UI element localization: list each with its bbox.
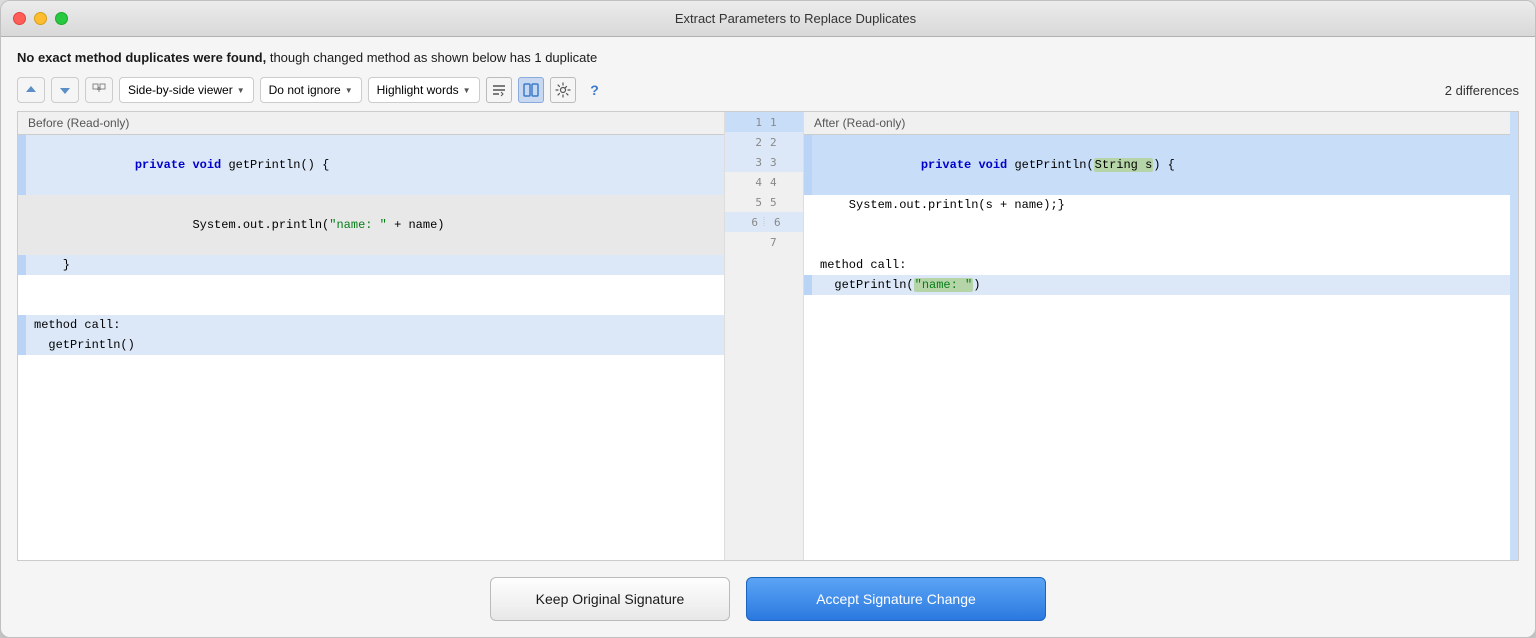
traffic-lights: [13, 12, 68, 25]
after-method-sig: getPrintln(String s) {: [1014, 158, 1174, 172]
mid-before-2: 2: [734, 136, 762, 149]
diff-pane: Before (Read-only) private void getPrint…: [17, 111, 1519, 561]
after-pane: After (Read-only) private void getPrintl…: [804, 112, 1510, 560]
mid-before-4: 4: [734, 176, 762, 189]
ignore-dropdown[interactable]: Do not ignore ▼: [260, 77, 362, 103]
viewer-dropdown[interactable]: Side-by-side viewer ▼: [119, 77, 254, 103]
minimize-button[interactable]: [34, 12, 47, 25]
mid-after-6: 6: [770, 216, 798, 229]
maximize-button[interactable]: [55, 12, 68, 25]
message-rest: though changed method as shown below has…: [270, 50, 597, 65]
after-line-8: [804, 315, 1510, 335]
before-line-1: private void getPrintln() {: [18, 135, 724, 195]
accept-change-button[interactable]: Accept Signature Change: [746, 577, 1046, 621]
mid-after-2: 2: [766, 136, 794, 149]
before-line-8: [18, 355, 724, 375]
after-line-6-gutter: [804, 275, 812, 295]
before-line-3: }: [18, 255, 724, 275]
help-button[interactable]: ?: [582, 77, 608, 103]
content-area: No exact method duplicates were found, t…: [1, 37, 1535, 561]
right-scroll-indicator: [1510, 112, 1518, 560]
viewer-label: Side-by-side viewer: [128, 83, 233, 97]
before-line-7-gutter: [18, 335, 26, 355]
before-line-4-code: [26, 275, 724, 295]
after-line-1-gutter: [804, 135, 812, 195]
viewer-chevron-icon: ▼: [237, 86, 245, 95]
highlight-dropdown[interactable]: Highlight words ▼: [368, 77, 480, 103]
footer: Keep Original Signature Accept Signature…: [1, 561, 1535, 637]
mid-after-4: 4: [766, 176, 794, 189]
before-pane-content[interactable]: private void getPrintln() { System.out.p…: [18, 135, 724, 560]
mid-after-3: 3: [766, 156, 794, 169]
before-line-3-code: }: [26, 255, 724, 275]
after-line-7: [804, 295, 1510, 315]
ignore-chevron-icon: ▼: [345, 86, 353, 95]
before-line-2-gutter: [18, 195, 26, 255]
up-button[interactable]: [17, 77, 45, 103]
after-line-2: System.out.println(s + name);}: [804, 195, 1510, 215]
before-line-1-gutter: [18, 135, 26, 195]
before-line-5: [18, 295, 724, 315]
after-line-4: [804, 235, 1510, 255]
after-line-5: method call:: [804, 255, 1510, 275]
before-line-3-gutter: [18, 255, 26, 275]
after-pane-header: After (Read-only): [804, 112, 1510, 135]
before-line-4: [18, 275, 724, 295]
mid-before-6: 6: [730, 216, 758, 229]
mid-before-3: 3: [734, 156, 762, 169]
after-line-6: getPrintln("name: "): [804, 275, 1510, 295]
before-line-5-gutter: [18, 295, 26, 315]
middle-gutter: 1 1 2 2 3 3 4 4: [724, 112, 804, 560]
ignore-label: Do not ignore: [269, 83, 341, 97]
keyword-private: private: [135, 158, 193, 172]
mid-before-5: 5: [734, 196, 762, 209]
keep-original-button[interactable]: Keep Original Signature: [490, 577, 730, 621]
mid-after-7: 7: [766, 236, 794, 249]
keyword-void: void: [192, 158, 228, 172]
before-pane-header: Before (Read-only): [18, 112, 724, 135]
before-line-6-gutter: [18, 315, 26, 335]
after-line-2-code: System.out.println(s + name);}: [812, 195, 1510, 215]
mid-after-1: 1: [766, 116, 794, 129]
highlight-chevron-icon: ▼: [463, 86, 471, 95]
window-title: Extract Parameters to Replace Duplicates: [68, 11, 1523, 26]
before-line-7-code: getPrintln(): [26, 335, 724, 355]
before-line-2: System.out.println("name: " + name): [18, 195, 724, 255]
before-line-2-code: System.out.println("name: " + name): [26, 195, 724, 255]
align-button[interactable]: [486, 77, 512, 103]
before-line-1-code: private void getPrintln() {: [26, 135, 724, 195]
diff-count: 2 differences: [1445, 83, 1519, 98]
after-pane-content[interactable]: private void getPrintln(String s) { Syst…: [804, 135, 1510, 560]
before-line-2-text: System.out.println("name: " + name): [135, 218, 445, 232]
after-line-2-gutter: [804, 195, 812, 215]
before-pane: Before (Read-only) private void getPrint…: [18, 112, 724, 560]
message-bar: No exact method duplicates were found, t…: [17, 49, 1519, 67]
before-line-5-code: [26, 295, 724, 315]
mid-before-1: 1: [734, 116, 762, 129]
down-button[interactable]: [51, 77, 79, 103]
after-keyword-void: void: [978, 158, 1014, 172]
settings-button[interactable]: [550, 77, 576, 103]
before-method-name: getPrintln() {: [228, 158, 329, 172]
after-line-1: private void getPrintln(String s) {: [804, 135, 1510, 195]
after-line-3: [804, 215, 1510, 235]
apply-button[interactable]: [85, 77, 113, 103]
before-line-6-code: method call:: [26, 315, 724, 335]
after-line-6-code: getPrintln("name: "): [812, 275, 1510, 295]
mid-after-5: 5: [766, 196, 794, 209]
after-keyword-private: private: [921, 158, 979, 172]
close-button[interactable]: [13, 12, 26, 25]
before-line-6: method call:: [18, 315, 724, 335]
toolbar: Side-by-side viewer ▼ Do not ignore ▼ Hi…: [17, 77, 1519, 103]
main-window: Extract Parameters to Replace Duplicates…: [0, 0, 1536, 638]
message-bold: No exact method duplicates were found,: [17, 50, 266, 65]
split-view-button[interactable]: [518, 77, 544, 103]
before-line-4-gutter: [18, 275, 26, 295]
after-line-1-code: private void getPrintln(String s) {: [812, 135, 1510, 195]
title-bar: Extract Parameters to Replace Duplicates: [1, 1, 1535, 37]
before-line-7: getPrintln(): [18, 335, 724, 355]
highlight-label: Highlight words: [377, 83, 459, 97]
